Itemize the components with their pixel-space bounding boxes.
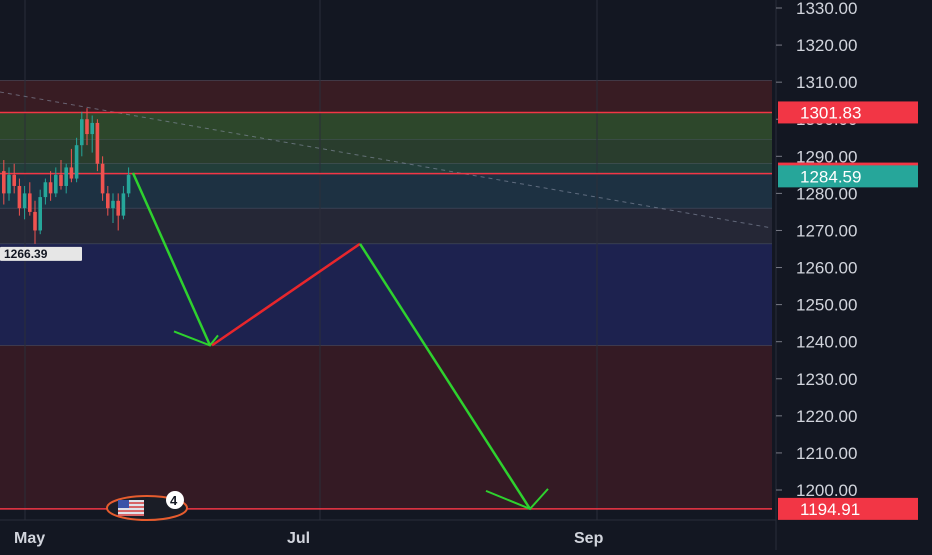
price-tick-label: 1260.00	[796, 259, 857, 278]
zone-band	[0, 80, 772, 113]
price-label: 1301.83	[800, 103, 861, 122]
zone-band	[0, 243, 772, 346]
price-tick-label: 1210.00	[796, 444, 857, 463]
price-tick-label: 1310.00	[796, 73, 857, 92]
price-tick-label: 1220.00	[796, 407, 857, 426]
price-tick-label: 1250.00	[796, 296, 857, 315]
candle-body	[80, 119, 84, 146]
price-tick-label: 1330.00	[796, 0, 857, 18]
candle-body	[116, 200, 120, 216]
candle-body	[22, 193, 27, 209]
low-price-label: 1266.39	[4, 247, 48, 261]
zone-band	[0, 172, 772, 209]
price-tick-label: 1200.00	[796, 481, 857, 500]
price-tick-label: 1270.00	[796, 221, 857, 240]
price-tick-label: 1230.00	[796, 370, 857, 389]
zone-band	[0, 345, 772, 509]
candle-body	[59, 174, 63, 186]
candle-body	[90, 122, 94, 135]
candle-body	[100, 163, 105, 194]
zone-band	[0, 112, 772, 140]
candle-body	[95, 122, 100, 164]
candle-body	[74, 145, 79, 179]
candle-body	[48, 182, 53, 194]
candle-body	[28, 193, 32, 212]
candle-body	[43, 182, 48, 198]
chart-canvas[interactable]: 1266.391330.001320.001310.001300.001290.…	[0, 0, 932, 550]
candle-body	[126, 174, 131, 194]
candle-body	[38, 197, 42, 231]
time-tick-label: May	[14, 530, 45, 547]
price-tick-label: 1320.00	[796, 36, 857, 55]
zone-band	[0, 163, 772, 173]
candle-body	[106, 193, 110, 209]
candle-body	[12, 174, 16, 186]
candle-body	[54, 174, 58, 194]
candle-body	[85, 119, 89, 135]
candle-body	[121, 193, 126, 216]
price-chart[interactable]: 1266.391330.001320.001310.001300.001290.…	[0, 0, 932, 550]
candle-body	[7, 174, 11, 194]
zone-band	[0, 139, 772, 164]
event-count: 4	[170, 493, 178, 508]
price-label: 1194.91	[800, 500, 860, 519]
candle-body	[33, 211, 37, 231]
price-label: 1284.59	[800, 167, 861, 186]
time-tick-label: Sep	[574, 530, 604, 547]
candle-body	[111, 200, 115, 209]
price-tick-label: 1240.00	[796, 333, 857, 352]
zone-band	[0, 208, 772, 244]
candle-body	[64, 167, 68, 186]
flag-canton	[118, 500, 129, 508]
time-tick-label: Jul	[287, 530, 310, 547]
candle-body	[17, 185, 22, 209]
candle-body	[1, 171, 6, 194]
candle-body	[69, 167, 74, 179]
